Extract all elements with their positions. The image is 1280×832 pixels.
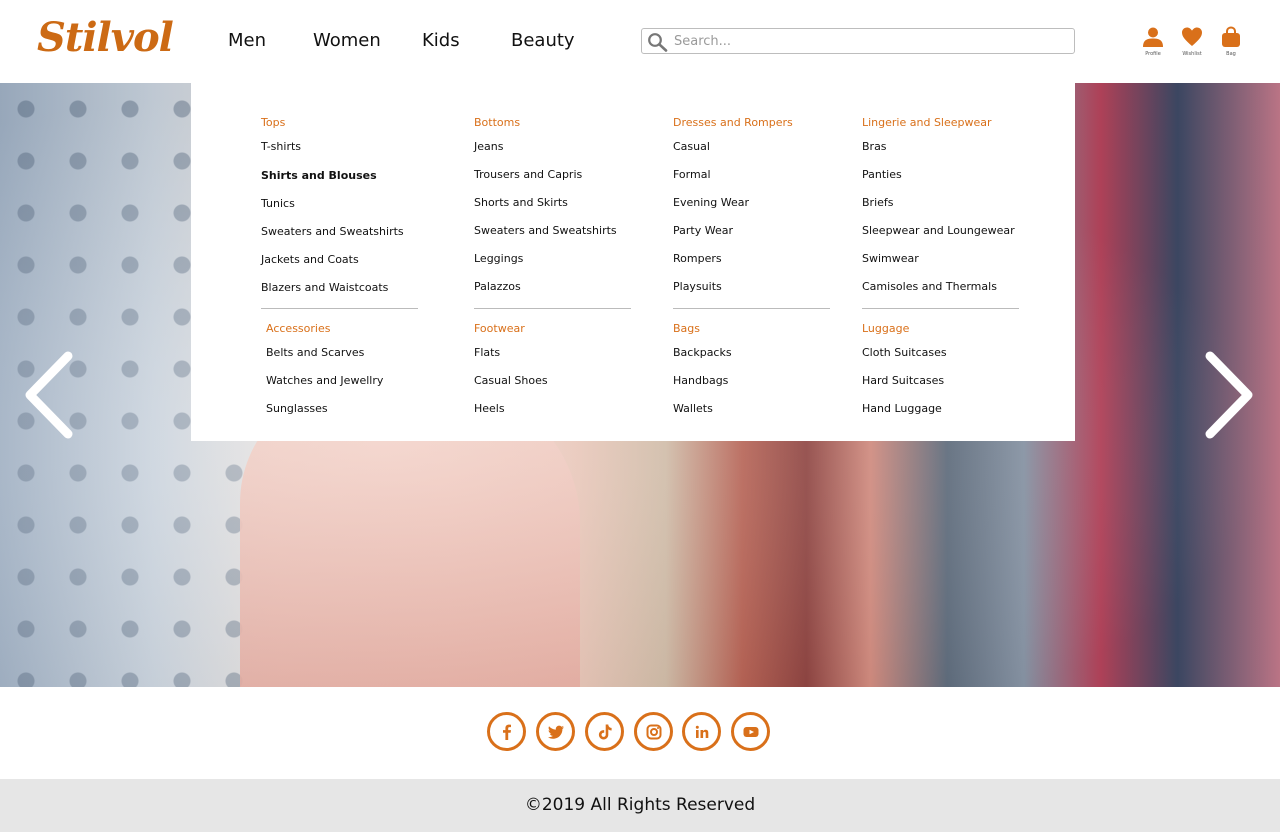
women-mega-menu: Tops T-shirts Shirts and Blouses Tunics … (191, 83, 1075, 441)
menu-link[interactable]: Hard Suitcases (862, 374, 944, 387)
menu-link[interactable]: Casual (673, 140, 710, 153)
menu-link[interactable]: Backpacks (673, 346, 732, 359)
category-bags[interactable]: Bags (673, 322, 700, 335)
menu-link[interactable]: Jackets and Coats (261, 253, 359, 266)
footer-bar: ©2019 All Rights Reserved (0, 779, 1280, 832)
tiktok-icon (598, 724, 612, 739)
chevron-left-icon[interactable] (20, 350, 76, 440)
linkedin-link[interactable] (682, 712, 721, 751)
menu-link[interactable]: Camisoles and Thermals (862, 280, 997, 293)
menu-link[interactable]: Handbags (673, 374, 728, 387)
search-box (641, 28, 1075, 54)
tiktok-link[interactable] (585, 712, 624, 751)
brand-logo[interactable]: Stilvol (37, 14, 174, 61)
menu-link[interactable]: Sweaters and Sweatshirts (261, 225, 404, 238)
menu-divider (862, 308, 1019, 309)
category-bottoms[interactable]: Bottoms (474, 116, 520, 129)
heart-icon (1182, 27, 1202, 46)
bag-label: Bag (1226, 51, 1236, 57)
twitter-link[interactable] (536, 712, 575, 751)
menu-link[interactable]: Blazers and Waistcoats (261, 281, 388, 294)
menu-link[interactable]: Trousers and Capris (474, 168, 582, 181)
chevron-right-icon[interactable] (1202, 350, 1258, 440)
category-tops[interactable]: Tops (261, 116, 285, 129)
menu-link[interactable]: Evening Wear (673, 196, 749, 209)
nav-item-women[interactable]: Women (313, 30, 381, 85)
instagram-link[interactable] (634, 712, 673, 751)
menu-link[interactable]: Briefs (862, 196, 894, 209)
linkedin-icon (695, 725, 708, 738)
menu-link[interactable]: Casual Shoes (474, 374, 548, 387)
menu-link-highlighted[interactable]: Shirts and Blouses (261, 169, 377, 182)
menu-link[interactable]: Leggings (474, 252, 523, 265)
twitter-icon (547, 725, 564, 739)
menu-link[interactable]: Bras (862, 140, 887, 153)
bag-button[interactable]: Bag (1213, 26, 1249, 57)
wishlist-button[interactable]: Wishlist (1174, 26, 1210, 57)
profile-button[interactable]: Profile (1135, 26, 1171, 57)
copyright-text: ©2019 All Rights Reserved (524, 795, 756, 815)
menu-link[interactable]: Sunglasses (266, 402, 328, 415)
shopping-bag-icon (1222, 26, 1240, 47)
youtube-link[interactable] (731, 712, 770, 751)
menu-link[interactable]: Sweaters and Sweatshirts (474, 224, 617, 237)
profile-label: Profile (1145, 51, 1161, 57)
menu-divider (673, 308, 830, 309)
category-lingerie-and-sleepwear[interactable]: Lingerie and Sleepwear (862, 116, 992, 129)
menu-divider (261, 308, 418, 309)
menu-link[interactable]: Hand Luggage (862, 402, 942, 415)
menu-link[interactable]: Belts and Scarves (266, 346, 364, 359)
user-icon (1143, 27, 1163, 47)
category-accessories[interactable]: Accessories (266, 322, 330, 335)
youtube-icon (743, 726, 758, 737)
facebook-icon (502, 724, 511, 740)
menu-link[interactable]: Watches and Jewellry (266, 374, 383, 387)
menu-link[interactable]: Flats (474, 346, 500, 359)
facebook-link[interactable] (487, 712, 526, 751)
nav-item-beauty[interactable]: Beauty (511, 30, 575, 51)
menu-link[interactable]: Panties (862, 168, 902, 181)
search-icon[interactable] (647, 32, 669, 52)
menu-link[interactable]: Tunics (261, 197, 295, 210)
menu-link[interactable]: Playsuits (673, 280, 722, 293)
menu-link[interactable]: Wallets (673, 402, 713, 415)
social-links (0, 687, 1280, 779)
search-input[interactable] (674, 31, 1069, 51)
menu-link[interactable]: Swimwear (862, 252, 919, 265)
category-luggage[interactable]: Luggage (862, 322, 909, 335)
category-footwear[interactable]: Footwear (474, 322, 525, 335)
instagram-icon (646, 724, 661, 739)
nav-item-kids[interactable]: Kids (422, 30, 460, 51)
site-header: Stilvol Men Women Kids Beauty Profile Wi… (0, 0, 1280, 85)
menu-link[interactable]: Palazzos (474, 280, 521, 293)
menu-link[interactable]: Cloth Suitcases (862, 346, 947, 359)
menu-link[interactable]: Rompers (673, 252, 722, 265)
menu-divider (474, 308, 631, 309)
nav-item-men[interactable]: Men (228, 30, 266, 51)
menu-link[interactable]: Heels (474, 402, 505, 415)
category-dresses-and-rompers[interactable]: Dresses and Rompers (673, 116, 793, 129)
menu-link[interactable]: Formal (673, 168, 711, 181)
menu-link[interactable]: Party Wear (673, 224, 733, 237)
menu-link[interactable]: Jeans (474, 140, 503, 153)
wishlist-label: Wishlist (1182, 51, 1202, 57)
menu-link[interactable]: Shorts and Skirts (474, 196, 568, 209)
menu-link[interactable]: T-shirts (261, 140, 301, 153)
menu-link[interactable]: Sleepwear and Loungewear (862, 224, 1015, 237)
